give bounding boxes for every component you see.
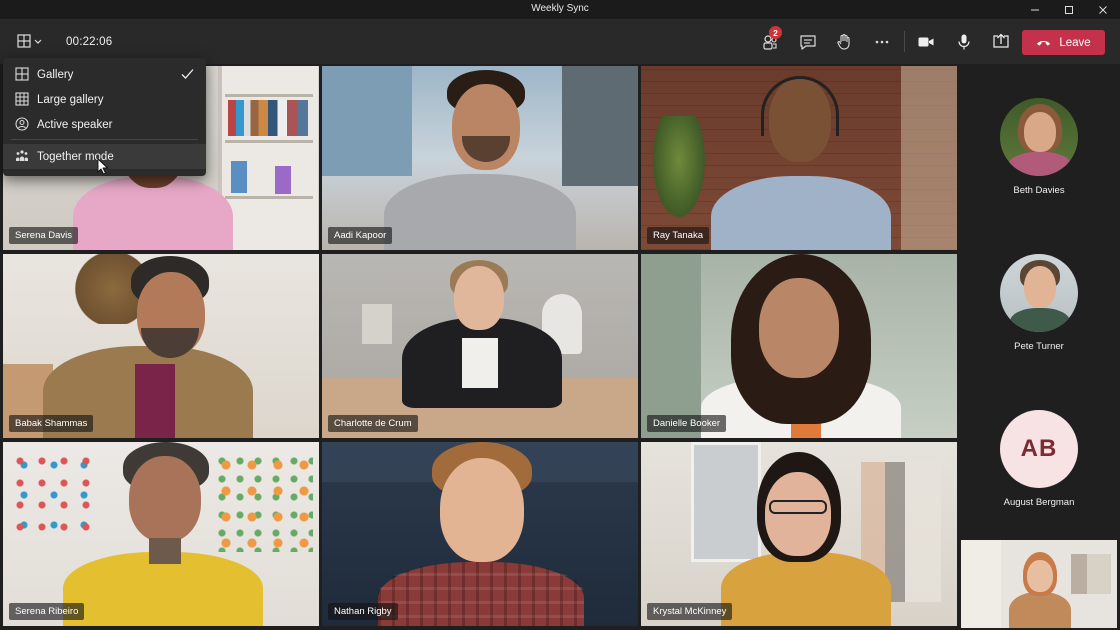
checkmark-icon [181,69,194,79]
rail-participant[interactable]: Pete Turner [958,254,1120,352]
share-screen-button[interactable] [987,19,1015,64]
avatar [1000,254,1078,332]
participant-name: Babak Shammas [9,415,94,432]
large-gallery-icon [15,92,29,106]
participant-name: Ray Tanaka [647,227,709,244]
participant-name: Serena Ribeiro [9,603,85,620]
participants-badge: 2 [769,26,782,39]
video-feed [641,66,957,250]
participant-name: Serena Davis [9,227,79,244]
menu-item-label: Gallery [37,68,74,81]
more-icon [875,40,889,43]
toolbar-divider [904,31,905,52]
participants-button[interactable]: 2 [756,19,784,64]
avatar-initials: AB [1000,410,1078,488]
active-speaker-icon [15,117,29,131]
video-feed [322,66,638,250]
menu-item-active-speaker[interactable]: Active speaker [3,112,206,137]
menu-item-label: Large gallery [37,93,104,106]
video-feed [3,442,319,626]
participant-name: Beth Davies [1013,185,1065,196]
camera-icon [918,37,934,46]
participant-name: Danielle Booker [647,415,727,432]
phone-hangup-icon [1037,40,1051,46]
video-feed [641,254,957,438]
video-tile[interactable]: Danielle Booker [641,254,957,438]
together-mode-icon [16,150,28,161]
video-feed [3,254,319,438]
more-options-button[interactable] [868,19,896,64]
participant-name: Pete Turner [1014,341,1064,352]
avatar [1000,98,1078,176]
title-bar: Weekly Sync [0,0,1120,19]
video-feed [641,442,957,626]
video-tile[interactable]: Babak Shammas [3,254,319,438]
video-tile[interactable]: Krystal McKinney [641,442,957,626]
menu-divider [11,139,198,140]
participant-name: Charlotte de Crum [328,415,418,432]
window-title: Weekly Sync [531,3,589,14]
participant-name: August Bergman [1003,497,1075,508]
close-icon[interactable] [1086,0,1120,19]
rail-participant[interactable]: Beth Davies [958,98,1120,196]
video-tile[interactable]: Serena Ribeiro [3,442,319,626]
participant-name: Nathan Rigby [328,603,398,620]
menu-item-large-gallery[interactable]: Large gallery [3,87,206,112]
self-view-video[interactable] [961,540,1117,628]
video-tile[interactable]: Charlotte de Crum [322,254,638,438]
share-icon [993,33,1009,48]
microphone-button[interactable] [950,19,978,64]
video-feed [322,442,638,626]
participant-name: Aadi Kapoor [328,227,393,244]
chat-button[interactable] [794,19,822,64]
grid-icon [17,33,42,48]
video-tile[interactable]: Nathan Rigby [322,442,638,626]
menu-item-gallery[interactable]: Gallery [3,62,206,87]
camera-button[interactable] [912,19,940,64]
video-feed [322,254,638,438]
mic-icon [958,34,970,49]
minimize-icon[interactable] [1018,0,1052,19]
raise-hand-button[interactable] [830,19,858,64]
video-tile[interactable]: Aadi Kapoor [322,66,638,250]
rail-participant[interactable]: AB August Bergman [958,410,1120,508]
maximize-icon[interactable] [1052,0,1086,19]
participant-rail: Beth Davies Pete Turner AB August Bergma… [958,66,1120,630]
leave-button[interactable]: Leave [1022,30,1105,55]
chat-icon [800,34,816,50]
raise-hand-icon [837,33,850,50]
mouse-pointer-icon [97,158,108,175]
gallery-icon [15,67,29,81]
leave-label: Leave [1059,36,1091,49]
participant-name: Krystal McKinney [647,603,733,620]
video-tile[interactable]: Ray Tanaka [641,66,957,250]
menu-item-label: Active speaker [37,118,113,131]
